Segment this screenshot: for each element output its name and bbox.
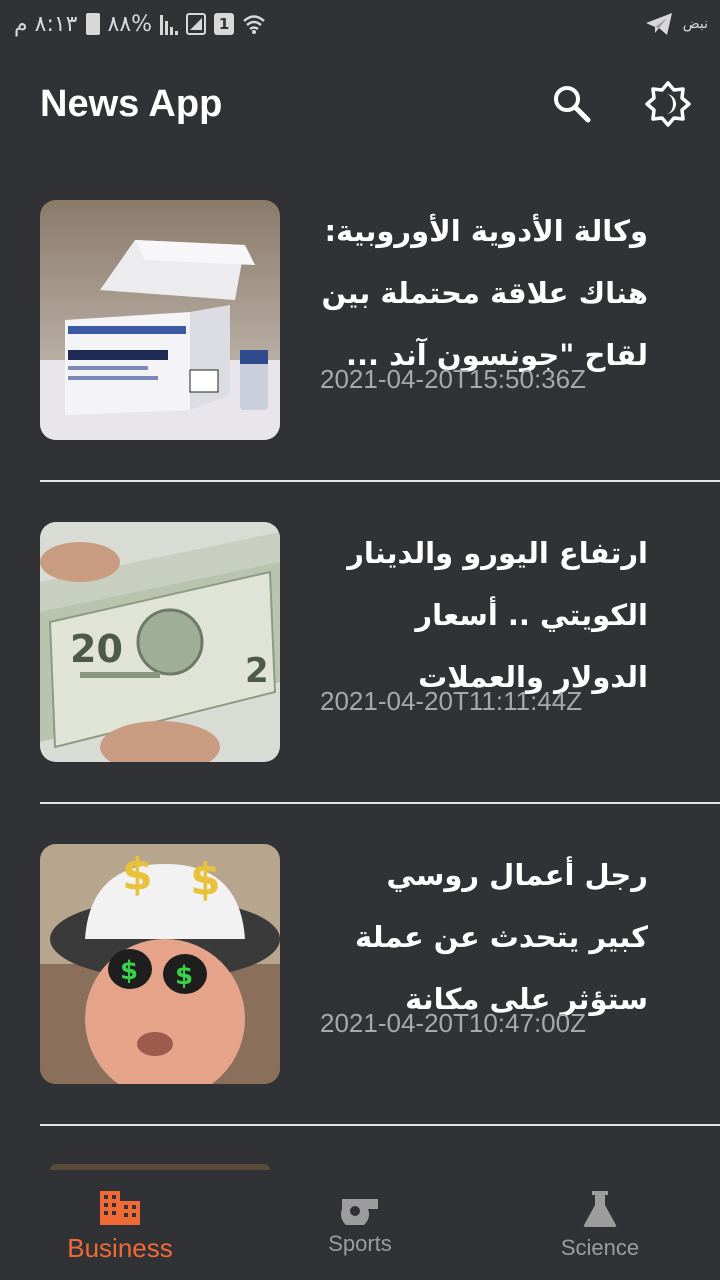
status-left: ٨:١٣ م %٨٨ 1	[14, 12, 266, 37]
svg-text:$: $	[122, 849, 153, 900]
svg-text:2: 2	[245, 651, 269, 691]
app-actions	[546, 78, 694, 130]
svg-text:$: $	[120, 956, 138, 986]
news-thumbnail[interactable]: 20 2	[40, 522, 280, 762]
svg-text:20: 20	[70, 627, 123, 671]
vaccine-box-image	[40, 200, 280, 440]
news-thumbnail[interactable]: $ $ $ $	[40, 844, 280, 1084]
nav-sports-label: Sports	[328, 1231, 392, 1256]
nav-science[interactable]: Science	[480, 1170, 720, 1280]
sim-icon: 1	[214, 13, 235, 35]
news-list: وكالة الأدوية الأوروبية: هناك علاقة محتم…	[0, 160, 720, 1170]
search-icon	[554, 86, 591, 123]
signal-box-icon	[186, 13, 207, 35]
svg-text:$: $	[175, 961, 193, 991]
news-item[interactable]: $ $ $ $ رجل أعمال روسي كبير يتحدث عن عمل…	[40, 804, 720, 1126]
bottom-navigation: Business Sports Science	[0, 1170, 720, 1280]
news-item[interactable]: 20 2 ارتفاع اليورو والدينار الكويتي .. أ…	[40, 482, 720, 804]
nav-sports[interactable]: Sports	[240, 1170, 480, 1280]
theme-toggle-button[interactable]	[642, 78, 694, 130]
nav-business-label: Business	[67, 1232, 173, 1263]
search-button[interactable]	[546, 78, 598, 130]
news-date: 2021-04-20T15:50:36Z	[320, 364, 586, 394]
news-title[interactable]: ارتفاع اليورو والدينار الكويتي .. أسعار …	[320, 522, 648, 694]
battery-level: %٨٨	[107, 11, 153, 37]
news-title[interactable]: رجل أعمال روسي كبير يتحدث عن عملة ستؤثر …	[320, 844, 648, 1016]
news-thumbnail[interactable]	[40, 200, 280, 440]
status-bar: ٨:١٣ م %٨٨ 1 نبض	[0, 0, 720, 48]
dollar-hat-man-image: $ $ $ $	[40, 844, 280, 1084]
nav-business[interactable]: Business	[0, 1170, 240, 1280]
flask-icon	[583, 1191, 617, 1227]
whistle-icon	[341, 1199, 378, 1225]
news-title[interactable]: وكالة الأدوية الأوروبية: هناك علاقة محتم…	[320, 200, 649, 372]
news-item[interactable]: وكالة الأدوية الأوروبية: هناك علاقة محتم…	[40, 160, 720, 482]
svg-text:$: $	[190, 854, 221, 905]
wifi-icon	[243, 15, 265, 34]
news-date: 2021-04-20T11:11:44Z	[320, 686, 583, 716]
battery-icon	[85, 13, 100, 35]
app-bar: News App	[0, 48, 720, 160]
status-time: ٨:١٣ م	[14, 11, 78, 37]
telegram-icon	[645, 13, 672, 35]
app-title: News App	[40, 82, 223, 125]
nav-science-label: Science	[560, 1235, 640, 1260]
status-right: نبض	[645, 12, 708, 36]
business-icon	[100, 1190, 140, 1225]
signal-icon	[160, 13, 179, 35]
news-date: 2021-04-20T10:47:00Z	[320, 1008, 586, 1038]
carrier-label: نبض	[682, 16, 708, 32]
brightness-icon	[645, 81, 691, 127]
dollar-bills-image: 20 2	[40, 522, 280, 762]
